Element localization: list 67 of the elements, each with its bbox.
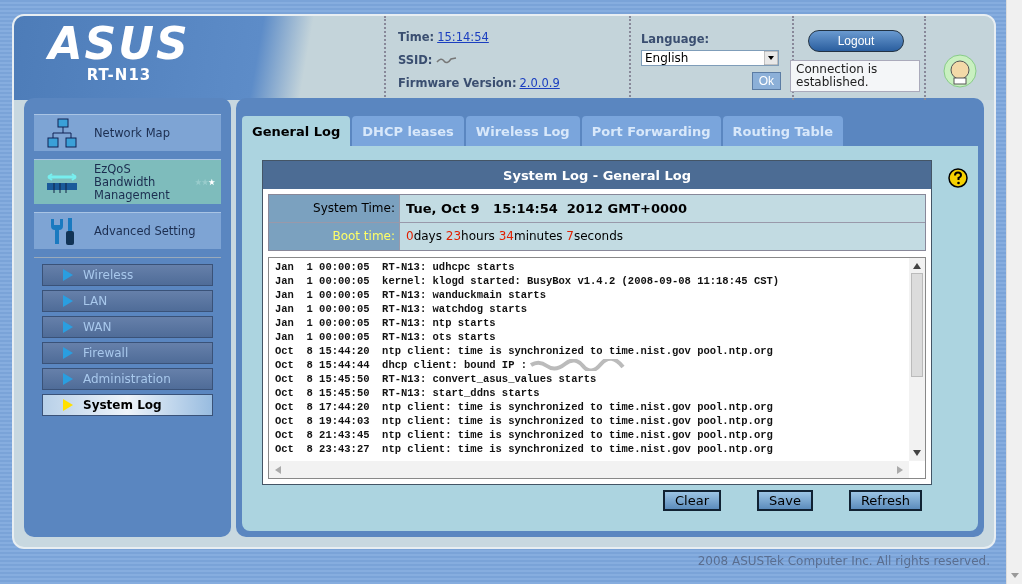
scroll-thumb[interactable] bbox=[911, 273, 923, 377]
caret-icon bbox=[764, 51, 778, 65]
time-link[interactable]: 15:14:54 bbox=[437, 30, 489, 44]
panel-title: System Log - General Log bbox=[263, 161, 931, 189]
triangle-icon bbox=[63, 373, 73, 385]
left-arrow-icon bbox=[275, 465, 281, 474]
blurred-text-icon bbox=[529, 359, 626, 371]
system-time-value: Tue, Oct 9 15:14:54 2012 GMT+0000 bbox=[399, 195, 925, 223]
right-arrow-icon bbox=[897, 465, 903, 474]
info-label: SSID: bbox=[398, 53, 433, 67]
menu-item[interactable]: Network Map bbox=[34, 114, 221, 151]
tab[interactable]: General Log bbox=[242, 116, 351, 146]
log-line: Oct 8 17:44:20 ntp client: time is synchronized to time.nist.gov pool.ntp.org bbox=[275, 400, 773, 414]
submenu-item[interactable]: Wireless bbox=[42, 264, 213, 286]
submenu-item[interactable]: WAN bbox=[42, 316, 213, 338]
log-line: Oct 8 21:43:45 ntp client: time is synchronized to time.nist.gov pool.ntp.org bbox=[275, 428, 773, 442]
page-scrollbar[interactable] bbox=[1006, 0, 1022, 584]
log-line: Jan 1 00:00:05 RT-N13: udhcpc starts bbox=[275, 260, 515, 274]
log-line: Oct 8 23:43:27 ntp client: time is synchronized to time.nist.gov pool.ntp.org bbox=[275, 442, 773, 456]
action-button[interactable]: Save bbox=[757, 490, 813, 511]
language-dropdown[interactable]: English bbox=[641, 50, 779, 66]
boot-time-value: 0days 23hours 34minutes 7seconds bbox=[399, 223, 925, 250]
stars-icon bbox=[194, 178, 215, 186]
log-line: Oct 8 19:44:03 ntp client: time is synchronized to time.nist.gov pool.ntp.org bbox=[275, 414, 773, 428]
scribble-icon bbox=[435, 55, 458, 65]
up-arrow-icon bbox=[913, 263, 921, 269]
menu-item[interactable]: Advanced Setting bbox=[34, 212, 221, 249]
vertical-scrollbar[interactable] bbox=[909, 258, 925, 461]
triangle-icon bbox=[63, 347, 73, 359]
action-button[interactable]: Clear bbox=[663, 490, 721, 511]
log-line: Jan 1 00:00:05 RT-N13: watchdog starts bbox=[275, 302, 528, 316]
submenu-item[interactable]: Firewall bbox=[42, 342, 213, 364]
log-line: Jan 1 00:00:05 RT-N13: wanduckmain starts bbox=[275, 288, 546, 302]
field-label: System Time: bbox=[269, 195, 399, 223]
help-icon bbox=[948, 168, 968, 188]
network-icon bbox=[46, 118, 78, 148]
language-label: Language: bbox=[641, 32, 711, 46]
field-label: Boot time: bbox=[269, 223, 399, 250]
down-arrow-icon bbox=[913, 450, 921, 456]
triangle-icon bbox=[63, 321, 73, 333]
submenu-item[interactable]: System Log bbox=[42, 394, 213, 416]
menu-item[interactable]: EzQoS Bandwidth Management bbox=[34, 159, 221, 204]
connection-tooltip: Connection is established. bbox=[790, 60, 920, 92]
info-label: Time: bbox=[398, 30, 435, 44]
down-arrow-icon bbox=[1010, 573, 1019, 578]
horizontal-scrollbar[interactable] bbox=[269, 461, 909, 478]
log-line: Jan 1 00:00:05 RT-N13: ntp starts bbox=[275, 316, 496, 330]
submenu-item[interactable]: Administration bbox=[42, 368, 213, 390]
avatar-icon bbox=[943, 54, 977, 88]
model-name: RT-N13 bbox=[85, 66, 153, 84]
log-line: Oct 8 15:45:50 RT-N13: convert_asus_values starts bbox=[275, 372, 597, 386]
log-line: Jan 1 00:00:05 kernel: klogd started: BusyBox v1.4.2 (2008-09-08 11:18:45 CST) bbox=[275, 274, 780, 288]
action-button[interactable]: Refresh bbox=[848, 490, 922, 511]
submenu-item[interactable]: LAN bbox=[42, 290, 213, 312]
info-label: Firmware Version: bbox=[398, 76, 517, 90]
triangle-icon bbox=[63, 399, 73, 411]
triangle-icon bbox=[63, 269, 73, 281]
brand-logo: ASUS bbox=[45, 22, 191, 66]
firmware-link[interactable]: 2.0.0.9 bbox=[519, 76, 560, 90]
log-line: Oct 8 15:44:20 ntp client: time is synchronized to time.nist.gov pool.ntp.org bbox=[275, 344, 773, 358]
copyright-text: 2008 ASUSTek Computer Inc. All rights reserved. bbox=[696, 553, 991, 568]
logout-button[interactable]: Logout bbox=[808, 30, 904, 52]
log-line: Oct 8 15:45:50 RT-N13: start_ddns starts bbox=[275, 386, 540, 400]
triangle-icon bbox=[63, 295, 73, 307]
log-area[interactable] bbox=[268, 257, 926, 479]
log-line: Jan 1 00:00:05 RT-N13: ots starts bbox=[275, 330, 496, 344]
log-line: Oct 8 15:44:44 dhcp client: bound IP : bbox=[275, 358, 528, 372]
